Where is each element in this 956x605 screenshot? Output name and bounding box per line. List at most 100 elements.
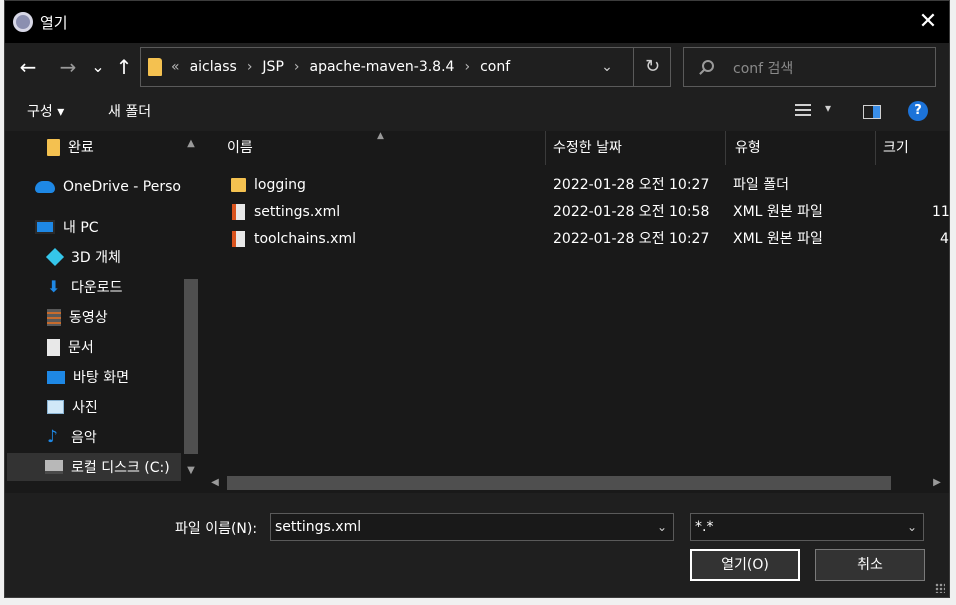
chevron-right-icon[interactable]: › xyxy=(294,59,300,75)
sidebar-item-music[interactable]: ♪ 음악 xyxy=(47,423,97,451)
scrollbar-thumb[interactable] xyxy=(227,476,891,490)
breadcrumb: « aiclass › JSP › apache-maven-3.8.4 › c… xyxy=(171,48,510,86)
dialog-footer: 파일 이름(N): settings.xml ⌄ *.* ⌄ 열기(O) 취소 xyxy=(5,493,949,597)
sidebar-item-label: 3D 개체 xyxy=(71,250,121,266)
file-date: 2022-01-28 오전 10:58 xyxy=(553,204,710,220)
open-file-dialog: 열기 ✕ ← → ⌄ ↑ « aiclass › JSP › apache-ma… xyxy=(4,0,950,598)
file-type: 파일 폴더 xyxy=(733,177,789,193)
pc-icon xyxy=(35,220,55,234)
new-folder-button[interactable]: 새 폴더 xyxy=(108,101,151,121)
file-name: settings.xml xyxy=(254,204,341,220)
sort-ascending-icon: ▲ xyxy=(377,131,384,141)
sidebar-scrollbar[interactable]: ▲ ▼ xyxy=(181,131,201,483)
cancel-button[interactable]: 취소 xyxy=(815,549,925,581)
breadcrumb-item-apache-maven[interactable]: apache-maven-3.8.4 xyxy=(310,59,455,75)
search-placeholder: conf 검색 xyxy=(733,61,794,77)
sidebar-item-3d-objects[interactable]: 3D 개체 xyxy=(45,243,121,271)
sidebar-item-label: 완료 xyxy=(68,140,94,156)
sidebar-item-onedrive[interactable]: OneDrive - Personal xyxy=(35,173,201,201)
search-icon xyxy=(702,60,714,72)
up-arrow-icon[interactable]: ↑ xyxy=(113,55,135,79)
column-divider[interactable] xyxy=(545,131,546,165)
search-input[interactable]: conf 검색 xyxy=(683,47,936,87)
column-header-type[interactable]: 유형 xyxy=(735,131,761,165)
column-header-size[interactable]: 크기 xyxy=(883,131,909,165)
column-divider[interactable] xyxy=(725,131,726,165)
file-date: 2022-01-28 오전 10:27 xyxy=(553,177,710,193)
forward-arrow-icon[interactable]: → xyxy=(57,55,79,79)
toolbar: 구성 ▾ 새 폴더 ▾ ? xyxy=(5,91,949,131)
close-icon[interactable]: ✕ xyxy=(915,9,941,35)
sidebar-item-label: 로컬 디스크 (C:) xyxy=(71,460,170,476)
chevron-right-icon[interactable]: › xyxy=(247,59,253,75)
sidebar-item-label: 문서 xyxy=(68,340,94,356)
table-row[interactable]: settings.xml 2022-01-28 오전 10:58 XML 원본 … xyxy=(203,199,949,226)
table-row[interactable]: logging 2022-01-28 오전 10:27 파일 폴더 xyxy=(203,172,949,199)
sidebar-item-label: 내 PC xyxy=(63,220,99,236)
back-arrow-icon[interactable]: ← xyxy=(17,55,39,79)
sidebar-item-label: 다운로드 xyxy=(71,280,123,296)
preview-pane-icon[interactable] xyxy=(863,105,881,119)
view-list-icon[interactable] xyxy=(795,101,815,121)
sidebar-item-label: 음악 xyxy=(71,430,97,446)
resize-grip-icon[interactable] xyxy=(935,583,945,593)
column-header-date[interactable]: 수정한 날짜 xyxy=(553,131,622,165)
sidebar-item-label: 동영상 xyxy=(69,310,108,326)
xml-file-icon xyxy=(232,204,245,220)
sidebar-item-local-disk[interactable]: 로컬 디스크 (C:) xyxy=(7,453,181,481)
xml-file-icon xyxy=(232,231,245,247)
desktop-icon xyxy=(47,370,65,384)
file-date: 2022-01-28 오전 10:27 xyxy=(553,231,710,247)
file-name: toolchains.xml xyxy=(254,231,356,247)
drive-icon xyxy=(45,460,63,474)
refresh-icon[interactable]: ↻ xyxy=(633,48,671,86)
breadcrumb-item-aiclass[interactable]: aiclass xyxy=(190,59,237,75)
column-divider[interactable] xyxy=(875,131,876,165)
file-list-horizontal-scrollbar[interactable]: ◀ ▶ xyxy=(203,473,949,493)
scroll-down-icon[interactable]: ▼ xyxy=(181,461,201,481)
sidebar-item-label: 바탕 화면 xyxy=(73,370,129,386)
sidebar-item-desktop[interactable]: 바탕 화면 xyxy=(47,363,129,391)
chevron-right-icon[interactable]: › xyxy=(464,59,470,75)
file-type-filter-select[interactable]: *.* ⌄ xyxy=(690,513,924,541)
breadcrumb-item-jsp[interactable]: JSP xyxy=(262,59,283,75)
sidebar-item-label: 사진 xyxy=(72,400,98,416)
pictures-icon xyxy=(47,400,64,414)
video-icon xyxy=(47,308,61,326)
view-options-chevron-icon[interactable]: ▾ xyxy=(825,101,831,115)
chevron-down-icon[interactable]: ⌄ xyxy=(907,514,917,540)
scroll-left-icon[interactable]: ◀ xyxy=(205,473,225,493)
sidebar-item-done[interactable]: 완료 xyxy=(47,133,94,161)
column-header-name[interactable]: 이름 xyxy=(227,131,253,165)
table-row[interactable]: toolchains.xml 2022-01-28 오전 10:27 XML 원… xyxy=(203,226,949,253)
sidebar-item-documents[interactable]: 문서 xyxy=(47,333,94,361)
breadcrumb-item-conf[interactable]: conf xyxy=(480,59,510,75)
file-type-filter-value: *.* xyxy=(695,519,714,535)
recent-locations-chevron-icon[interactable]: ⌄ xyxy=(87,55,109,79)
file-name: logging xyxy=(254,177,306,193)
scroll-up-icon[interactable]: ▲ xyxy=(181,134,201,154)
3d-objects-icon xyxy=(45,247,65,267)
download-icon: ⬇ xyxy=(47,277,61,296)
sidebar-item-videos[interactable]: 동영상 xyxy=(47,303,108,331)
sidebar-item-downloads[interactable]: ⬇ 다운로드 xyxy=(47,273,123,301)
breadcrumb-overflow[interactable]: « xyxy=(171,59,180,75)
address-row: ← → ⌄ ↑ « aiclass › JSP › apache-maven-3… xyxy=(5,43,949,91)
folder-icon xyxy=(47,138,60,156)
address-bar[interactable]: « aiclass › JSP › apache-maven-3.8.4 › c… xyxy=(140,47,671,87)
open-button[interactable]: 열기(O) xyxy=(690,549,800,581)
filename-input[interactable]: settings.xml ⌄ xyxy=(270,513,674,541)
filename-label: 파일 이름(N): xyxy=(175,521,258,537)
sidebar-item-pictures[interactable]: 사진 xyxy=(47,393,98,421)
organize-button[interactable]: 구성 ▾ xyxy=(27,101,64,121)
help-icon[interactable]: ? xyxy=(908,101,928,121)
navigation-pane: 완료 OneDrive - Personal 내 PC 3D 개체 ⬇ 다운로드… xyxy=(5,131,201,483)
file-type: XML 원본 파일 xyxy=(733,204,823,220)
scrollbar-thumb[interactable] xyxy=(184,279,198,454)
chevron-down-icon[interactable]: ⌄ xyxy=(657,514,667,540)
chevron-down-icon[interactable]: ⌄ xyxy=(597,57,617,77)
file-type: XML 원본 파일 xyxy=(733,231,823,247)
folder-icon xyxy=(148,58,162,76)
sidebar-item-this-pc[interactable]: 내 PC xyxy=(35,213,99,241)
scroll-right-icon[interactable]: ▶ xyxy=(927,473,947,493)
